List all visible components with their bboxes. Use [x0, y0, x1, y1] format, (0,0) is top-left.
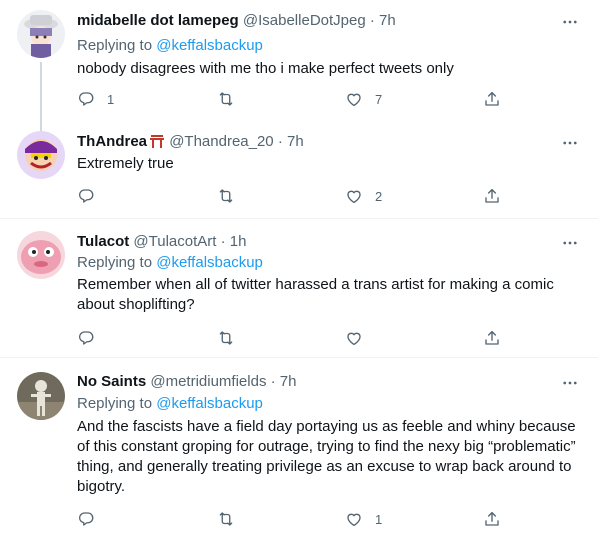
reply-icon — [77, 90, 95, 108]
retweet-button[interactable] — [217, 186, 247, 206]
tweet-text: nobody disagrees with me tho i make perf… — [77, 60, 454, 77]
reply-button[interactable]: 1 — [77, 89, 114, 109]
tweet-header: ThAndrea @Thandrea_20 · 7h — [77, 132, 304, 152]
action-bar: 1 7 — [77, 89, 507, 109]
share-icon — [483, 329, 501, 347]
retweet-button[interactable] — [217, 89, 247, 109]
avatar-thandrea-image — [17, 131, 65, 179]
share-icon — [483, 510, 501, 528]
like-button[interactable]: 7 — [345, 89, 382, 109]
like-count: 7 — [375, 91, 383, 107]
retweet-icon — [217, 90, 235, 108]
avatar-thandrea[interactable] — [17, 131, 65, 179]
replying-to-label: Replying to — [77, 254, 157, 271]
timestamp[interactable]: 1h — [230, 233, 247, 250]
retweet-icon — [217, 510, 235, 528]
replying-to: Replying to @keffalsbackup — [77, 253, 263, 273]
tweet-nosaints[interactable]: No Saints @metridiumfields · 7h Replying… — [0, 358, 598, 536]
display-name[interactable]: No Saints — [77, 373, 146, 390]
share-button[interactable] — [483, 89, 501, 109]
timestamp[interactable]: 7h — [280, 373, 297, 390]
handle[interactable]: @Thandrea_20 — [169, 133, 273, 150]
action-bar — [77, 328, 507, 348]
timestamp[interactable]: 7h — [287, 133, 304, 150]
replying-to-handle[interactable]: @keffalsbackup — [156, 254, 263, 271]
reply-count: 1 — [107, 91, 115, 107]
tweet-text: And the fascists have a field day portay… — [77, 418, 576, 495]
like-button[interactable]: 2 — [345, 186, 382, 206]
display-name[interactable]: Tulacot — [77, 233, 129, 250]
avatar-isabelle[interactable] — [17, 10, 65, 58]
handle[interactable]: @IsabelleDotJpeg — [243, 12, 366, 29]
tweet-tulacot[interactable]: Tulacot @TulacotArt · 1h Replying to @ke… — [0, 219, 598, 358]
more-options-button[interactable] — [560, 12, 580, 32]
replying-to-label: Replying to — [77, 37, 157, 54]
like-icon — [345, 187, 363, 205]
separator-dot: · — [369, 12, 375, 29]
share-icon — [483, 187, 501, 205]
more-icon — [561, 13, 579, 31]
replying-to-label: Replying to — [77, 395, 157, 412]
more-icon — [561, 374, 579, 392]
like-count: 1 — [375, 511, 383, 527]
avatar-nosaints-image — [17, 372, 65, 420]
more-icon — [561, 134, 579, 152]
avatar-tulacot[interactable] — [17, 231, 65, 279]
gate-emoji-icon — [150, 135, 165, 148]
like-button[interactable] — [345, 328, 375, 348]
replying-to: Replying to @keffalsbackup — [77, 394, 263, 414]
retweet-button[interactable] — [217, 509, 247, 529]
timestamp[interactable]: 7h — [379, 12, 396, 29]
share-button[interactable] — [483, 509, 501, 529]
reply-button[interactable] — [77, 328, 107, 348]
retweet-icon — [217, 329, 235, 347]
share-button[interactable] — [483, 328, 501, 348]
like-icon — [345, 90, 363, 108]
reply-icon — [77, 187, 95, 205]
reply-button[interactable] — [77, 186, 107, 206]
retweet-button[interactable] — [217, 328, 247, 348]
action-bar: 1 — [77, 509, 507, 529]
reply-button[interactable] — [77, 509, 107, 529]
tweet-text: Remember when all of twitter harassed a … — [77, 276, 554, 313]
handle[interactable]: @TulacotArt — [133, 233, 216, 250]
avatar-isabelle-image — [17, 10, 65, 58]
more-options-button[interactable] — [560, 133, 580, 153]
reply-icon — [77, 329, 95, 347]
share-icon — [483, 90, 501, 108]
separator-dot: · — [277, 133, 283, 150]
separator-dot: · — [220, 233, 226, 250]
tweet-isabelle[interactable]: midabelle dot lamepeg @IsabelleDotJpeg ·… — [0, 0, 598, 132]
more-icon — [561, 234, 579, 252]
like-icon — [345, 329, 363, 347]
like-button[interactable]: 1 — [345, 509, 382, 529]
tweet-thandrea[interactable]: ThAndrea @Thandrea_20 · 7h Extremely tru… — [0, 121, 598, 219]
replying-to-handle[interactable]: @keffalsbackup — [156, 395, 263, 412]
like-count: 2 — [375, 188, 383, 204]
more-options-button[interactable] — [560, 373, 580, 393]
tweet-text: Extremely true — [77, 155, 174, 172]
reply-icon — [77, 510, 95, 528]
tweet-header: midabelle dot lamepeg @IsabelleDotJpeg ·… — [77, 11, 396, 31]
separator-dot: · — [270, 373, 276, 390]
tweet-header: Tulacot @TulacotArt · 1h — [77, 232, 246, 252]
replying-to-handle[interactable]: @keffalsbackup — [156, 37, 263, 54]
action-bar: 2 — [77, 186, 507, 206]
retweet-icon — [217, 187, 235, 205]
tweet-header: No Saints @metridiumfields · 7h — [77, 372, 296, 392]
like-icon — [345, 510, 363, 528]
replying-to: Replying to @keffalsbackup — [77, 36, 263, 56]
more-options-button[interactable] — [560, 233, 580, 253]
display-name[interactable]: ThAndrea — [77, 133, 147, 150]
handle[interactable]: @metridiumfields — [150, 373, 266, 390]
avatar-nosaints[interactable] — [17, 372, 65, 420]
avatar-tulacot-image — [17, 231, 65, 279]
share-button[interactable] — [483, 186, 501, 206]
display-name[interactable]: midabelle dot lamepeg — [77, 12, 239, 29]
